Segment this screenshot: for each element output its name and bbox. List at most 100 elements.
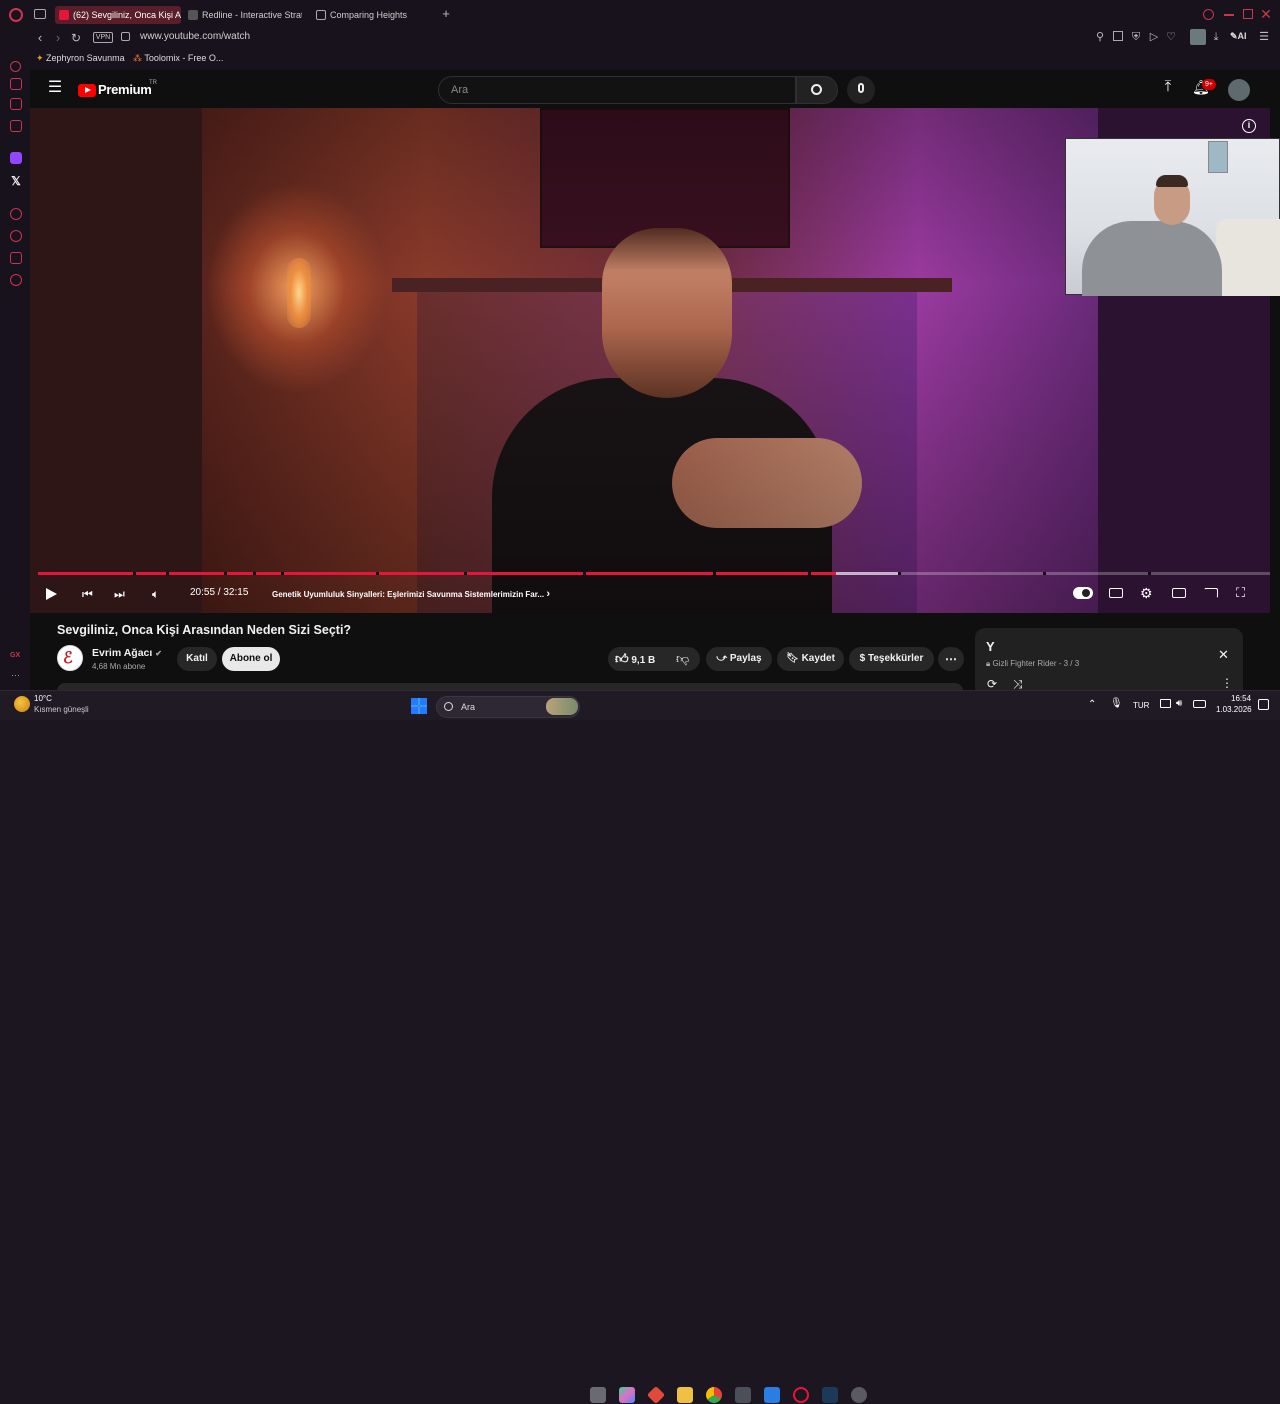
video-shading — [202, 108, 1098, 613]
hamburger-menu-icon[interactable]: ☰ — [47, 80, 63, 96]
snapshot-icon[interactable] — [1113, 31, 1123, 41]
sidebar-speed-dial-icon[interactable] — [10, 61, 21, 72]
battery-icon[interactable] — [1193, 700, 1206, 708]
aria-ai-button[interactable]: ✎AI — [1230, 31, 1247, 42]
menu-icon[interactable]: ☰ — [1258, 31, 1270, 43]
bookmark-zephyron[interactable]: ✦ Zephyron Savunma — [36, 53, 125, 64]
tray-mic-icon[interactable]: 🎙︎ — [1110, 698, 1123, 709]
git-app-icon[interactable] — [646, 1385, 666, 1404]
tab-comparing-heights[interactable]: Comparing Heights — [312, 6, 422, 24]
save-button[interactable]: 🔖︎ Kaydet — [777, 647, 844, 671]
volume-icon[interactable]: 🔈︎ — [152, 586, 159, 602]
pin-icon[interactable]: ⚲ — [1094, 31, 1106, 43]
sidebar-player-icon[interactable] — [10, 208, 22, 220]
search-input[interactable]: Ara — [438, 76, 796, 104]
minimize-icon[interactable] — [1224, 14, 1234, 16]
chrome-icon[interactable] — [706, 1387, 722, 1403]
task-view-icon[interactable] — [590, 1387, 606, 1403]
shield-icon[interactable]: ⛨ — [1130, 31, 1142, 43]
search-button[interactable] — [796, 76, 838, 104]
chapter-title[interactable]: Genetik Uyumluluk Sinyalleri: Eşlerimizi… — [272, 588, 550, 600]
forward-icon[interactable]: › — [52, 31, 64, 44]
info-icon[interactable]: i — [1242, 119, 1256, 133]
opera-logo-icon[interactable] — [9, 8, 23, 22]
seek-bar[interactable] — [38, 572, 1270, 575]
channel-name[interactable]: Evrim Ağacı ✔ — [92, 647, 162, 659]
sidebar-settings-icon[interactable] — [10, 274, 22, 286]
tab-redline[interactable]: Redline - Interactive Strate — [184, 6, 302, 24]
playlist-more-icon[interactable]: ⋮ — [1221, 676, 1233, 690]
steam-icon[interactable] — [822, 1387, 838, 1403]
network-icon[interactable] — [1160, 699, 1171, 708]
fullscreen-icon[interactable]: ⛶ — [1236, 585, 1245, 601]
bookmark-toolomix[interactable]: ⁂ Toolomix - Free O... — [133, 53, 223, 64]
volume-tray-icon[interactable]: 🔊︎ — [1176, 698, 1182, 709]
sidebar-game-icon[interactable] — [10, 98, 22, 110]
more-actions-button[interactable]: ⋯ — [938, 647, 964, 671]
clock-date[interactable]: 1.03.2026 — [1216, 705, 1252, 714]
sidebar-x-icon[interactable]: 𝕏 — [9, 175, 23, 187]
clock-time[interactable]: 16:54 — [1231, 694, 1251, 703]
microphone-icon — [858, 83, 864, 93]
tray-chevron-icon[interactable]: ⌃ — [1088, 699, 1096, 710]
sidebar-more-icon[interactable]: ··· — [11, 670, 20, 680]
opera-gx-icon[interactable] — [793, 1387, 809, 1403]
channel-avatar[interactable]: ℰ — [57, 645, 83, 671]
previous-icon[interactable]: ⏮︎ — [82, 586, 93, 602]
sidebar-gx-label[interactable]: GX — [10, 652, 20, 659]
start-icon[interactable] — [411, 698, 427, 714]
tab-overview-icon[interactable] — [34, 9, 46, 19]
join-button[interactable]: Katıl — [177, 647, 217, 671]
video-letterbox-left — [30, 108, 202, 613]
weather-description[interactable]: Kısmen güneşli — [34, 705, 89, 714]
profile-avatar[interactable] — [1190, 29, 1206, 45]
sidebar-ai-icon[interactable] — [10, 78, 22, 90]
tab-youtube[interactable]: (62) Sevgiliniz, Onca Kişi A — [55, 6, 181, 24]
download-icon[interactable]: ⤓ — [1210, 31, 1222, 43]
sidebar-extensions-icon[interactable] — [10, 252, 22, 264]
store-icon[interactable] — [735, 1387, 751, 1403]
document-favicon-icon — [316, 10, 326, 20]
thumbs-up-icon: 👍︎ — [615, 651, 629, 666]
url-field[interactable]: www.youtube.com/watch — [140, 31, 250, 43]
sidebar-twitch-icon[interactable] — [10, 152, 22, 164]
heart-icon[interactable]: ♡ — [1165, 31, 1177, 43]
reload-icon[interactable]: ↻ — [70, 32, 82, 44]
upload-icon[interactable]: ⤒ — [1161, 79, 1175, 94]
autoplay-knob-icon — [1082, 589, 1090, 597]
back-icon[interactable]: ‹ — [34, 31, 46, 44]
maximize-icon[interactable] — [1243, 9, 1253, 19]
play-icon[interactable]: ▷ — [1148, 31, 1160, 43]
chapter-gap — [166, 572, 169, 575]
miniplayer-icon[interactable] — [1172, 588, 1186, 598]
like-button[interactable]: 👍︎ 9,1 B — [615, 652, 655, 668]
sidebar-history-icon[interactable] — [10, 230, 22, 242]
close-window-icon[interactable]: ✕ — [1260, 7, 1272, 21]
thanks-button[interactable]: $ Teşekkürler — [849, 647, 934, 671]
subtitles-icon[interactable] — [1109, 588, 1123, 598]
share-button[interactable]: ⤻ Paylaş — [706, 647, 772, 671]
loop-icon[interactable]: ⟳ — [987, 677, 997, 691]
mail-icon[interactable] — [764, 1387, 780, 1403]
next-icon[interactable]: ⏭︎ — [114, 586, 125, 602]
play-icon[interactable] — [46, 588, 57, 600]
autoplay-toggle[interactable] — [1073, 587, 1093, 599]
weather-icon[interactable] — [14, 696, 30, 712]
weather-temperature[interactable]: 10°C — [34, 694, 52, 703]
cast-icon[interactable] — [1204, 588, 1218, 598]
settings-gear-icon[interactable]: ⚙︎ — [1140, 585, 1153, 601]
dislike-button[interactable]: 👎︎ — [676, 652, 689, 666]
copilot-icon[interactable] — [619, 1387, 635, 1403]
new-tab-icon[interactable]: + — [440, 7, 452, 20]
language-indicator[interactable]: TUR — [1133, 701, 1149, 710]
close-playlist-icon[interactable]: ✕ — [1218, 647, 1229, 663]
sidebar-discord-icon[interactable] — [10, 120, 22, 132]
vpn-badge[interactable]: VPN — [93, 32, 113, 43]
search-tabs-icon[interactable] — [1203, 9, 1214, 20]
game-app-icon[interactable] — [851, 1387, 867, 1403]
voice-search-button[interactable] — [847, 76, 875, 104]
notification-center-icon[interactable] — [1258, 699, 1269, 710]
account-avatar[interactable] — [1228, 79, 1250, 101]
subscribe-button[interactable]: Abone ol — [222, 647, 280, 671]
file-explorer-icon[interactable] — [677, 1387, 693, 1403]
